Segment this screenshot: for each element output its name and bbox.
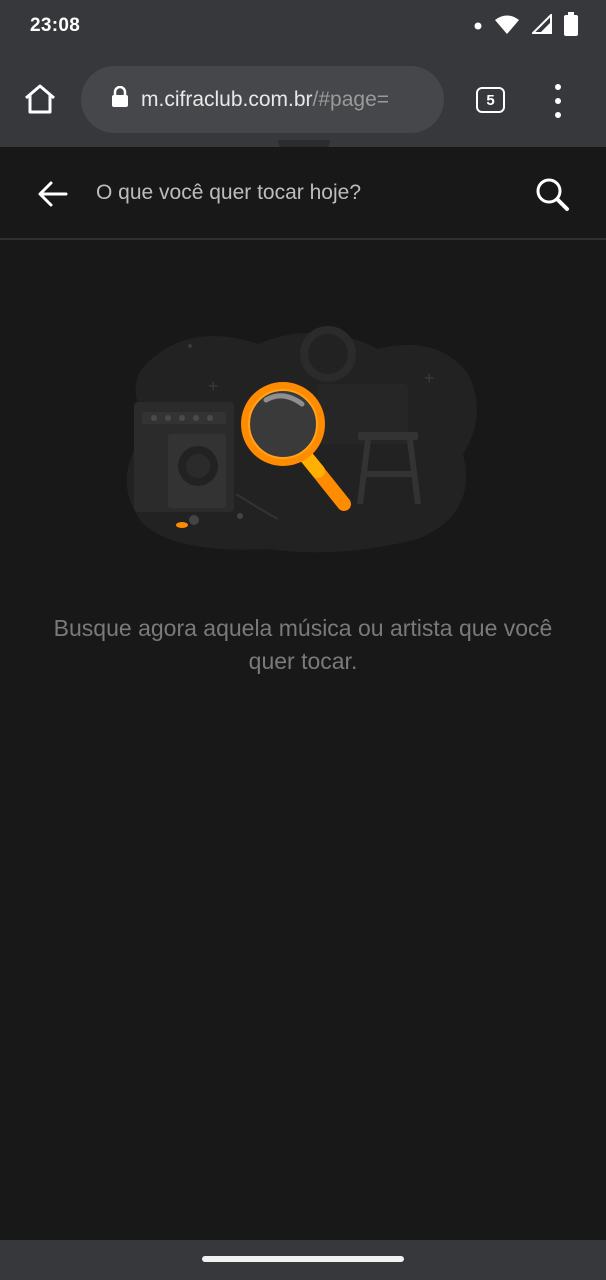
search-icon	[533, 178, 571, 217]
status-bar: 23:08	[0, 0, 606, 52]
empty-search-illustration: + +	[118, 314, 488, 554]
url-domain: m.cifraclub.com.br	[141, 87, 313, 111]
svg-text:+: +	[424, 368, 435, 388]
url-text: m.cifraclub.com.br/#page=	[141, 88, 389, 112]
empty-state-message: Busque agora aquela música ou artista qu…	[53, 615, 553, 674]
tab-switcher-button[interactable]: 5	[476, 87, 505, 113]
status-icons	[474, 11, 578, 41]
search-input[interactable]: O que você quer tocar hoje?	[96, 181, 361, 205]
url-path: /#page=	[312, 87, 390, 111]
signal-icon	[530, 12, 552, 39]
home-icon	[23, 83, 57, 120]
more-menu-button[interactable]	[548, 84, 568, 118]
more-vert-icon	[555, 84, 561, 118]
svg-text:+: +	[208, 376, 219, 396]
back-button[interactable]	[36, 177, 70, 211]
back-arrow-icon	[36, 181, 70, 215]
search-header: O que você quer tocar hoje?	[0, 147, 606, 240]
address-bar[interactable]: m.cifraclub.com.br/#page=	[81, 66, 444, 133]
search-button[interactable]	[533, 175, 571, 213]
home-indicator[interactable]	[202, 1256, 404, 1262]
status-time: 23:08	[30, 15, 81, 36]
tab-count: 5	[486, 91, 495, 109]
lock-icon	[111, 85, 129, 113]
home-button[interactable]	[20, 81, 60, 121]
browser-toolbar: m.cifraclub.com.br/#page= 5	[0, 52, 606, 148]
wifi-icon	[494, 14, 520, 39]
battery-icon	[564, 11, 578, 41]
notification-dot-icon	[474, 17, 482, 35]
